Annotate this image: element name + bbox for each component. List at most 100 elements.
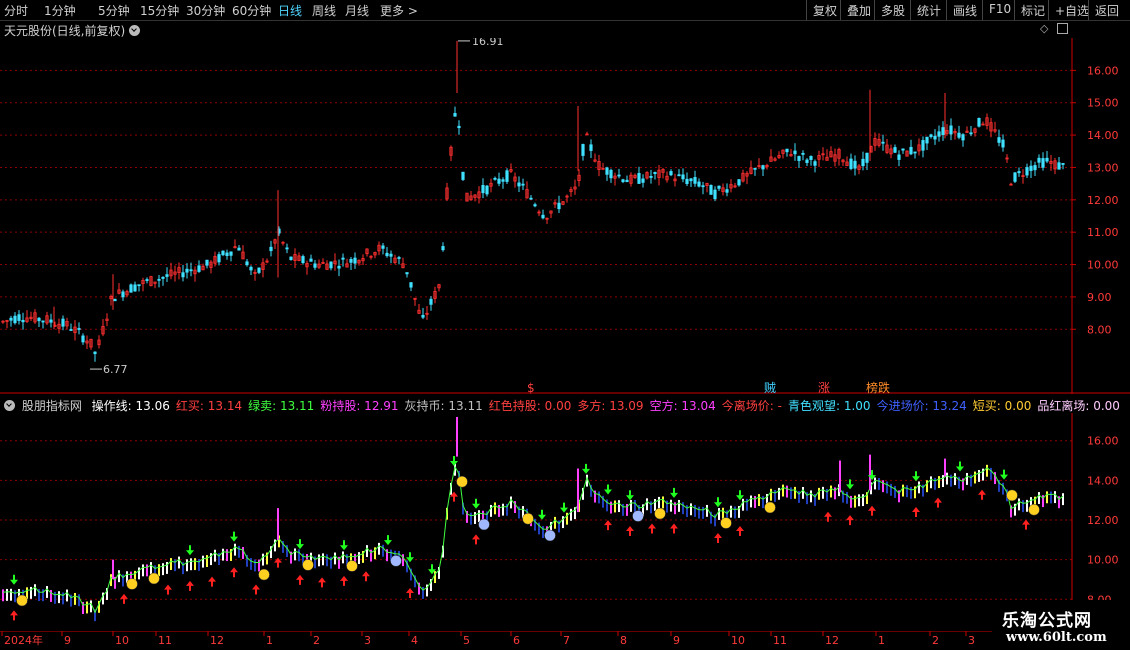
- date-label: 7: [563, 634, 570, 647]
- candle-body: [669, 171, 673, 176]
- indicator-menu-icon[interactable]: [4, 400, 15, 411]
- candle-body: [605, 167, 609, 175]
- candle-body: [133, 284, 137, 292]
- period-tab-60min[interactable]: 60分钟: [232, 2, 271, 19]
- candle-body: [805, 159, 809, 163]
- candle-body: [69, 329, 73, 331]
- candle-body: [289, 256, 293, 260]
- sell-arrow-icon: [582, 463, 590, 474]
- period-tab-timeshare[interactable]: 分时: [4, 2, 28, 19]
- statistics-button[interactable]: 统计: [910, 0, 947, 20]
- period-tab-30min[interactable]: 30分钟: [186, 2, 225, 19]
- period-tab-monthly[interactable]: 月线: [345, 2, 369, 19]
- candle-body: [165, 274, 169, 277]
- candle-body: [809, 156, 813, 160]
- period-tab-1min[interactable]: 1分钟: [44, 2, 76, 19]
- candle-body: [909, 146, 913, 155]
- candlestick-chart[interactable]: 16.00 15.00 14.00 13.00 12.00 11.00 10.00 9.00 8…: [0, 38, 1130, 394]
- diamond-icon[interactable]: ◇: [1040, 22, 1048, 35]
- candle-body: [881, 141, 885, 144]
- main-chart-title: 天元股份(日线,前复权): [4, 22, 141, 39]
- indicator-tick-label: 14.00: [1087, 474, 1119, 487]
- signal-marker: $: [527, 381, 535, 394]
- window-toggle-icon[interactable]: [1057, 23, 1068, 34]
- period-tab-daily[interactable]: 日线: [278, 2, 302, 19]
- smile-face-icon: [258, 568, 270, 581]
- candle-body: [637, 172, 641, 184]
- candle-body: [113, 298, 117, 302]
- candle-body: [977, 118, 981, 127]
- date-label: 5: [463, 634, 470, 647]
- candle-body: [621, 179, 625, 183]
- back-button[interactable]: 返回: [1088, 0, 1125, 20]
- indicator-value-4: 灰持币: 13.11: [404, 399, 483, 413]
- candle-body: [485, 185, 489, 195]
- f10-button[interactable]: F10: [982, 0, 1017, 20]
- period-tab-15min[interactable]: 15分钟: [140, 2, 179, 19]
- buy-arrow-icon: [846, 515, 854, 526]
- date-label: 3: [968, 634, 975, 647]
- smile-face-icon: [148, 572, 160, 585]
- candle-body: [737, 179, 741, 186]
- candle-body: [221, 250, 225, 256]
- overlay-button[interactable]: 叠加: [840, 0, 877, 20]
- candle-body: [505, 170, 509, 182]
- candle-body: [385, 252, 389, 257]
- sell-arrow-icon: [956, 461, 964, 472]
- smile-face-icon: [126, 578, 138, 590]
- sell-arrow-icon: [10, 574, 18, 585]
- candle-body: [925, 136, 929, 144]
- period-tab-more[interactable]: 更多 >: [380, 2, 418, 19]
- candle-body: [249, 266, 253, 271]
- multi-stock-button[interactable]: 多股: [874, 0, 911, 20]
- candle-body: [237, 247, 241, 251]
- date-label: 9: [64, 634, 71, 647]
- candle-body: [521, 183, 525, 186]
- candle-body: [93, 351, 97, 355]
- indicator-value-9: 青色观望: 1.00: [787, 399, 871, 413]
- candle-body: [1017, 171, 1021, 174]
- indicator-legend: 股朋指标网 操作线: 13.06 红买: 13.14 绿卖: 13.11 粉持股: 1…: [4, 397, 1130, 413]
- candle-body: [677, 174, 681, 177]
- smile-face-icon: [302, 559, 314, 571]
- smile-face-icon: [1028, 503, 1040, 516]
- sell-arrow-icon: [384, 535, 392, 546]
- buy-arrow-icon: [472, 534, 480, 545]
- indicator-chart[interactable]: 16.0014.0012.0010.008.00: [0, 413, 1130, 631]
- candle-body: [453, 113, 457, 117]
- indicator-value-7: 空方: 13.04: [649, 399, 716, 413]
- chevron-down-icon[interactable]: [129, 25, 141, 36]
- candle-body: [397, 257, 401, 259]
- period-toolbar: 分时 1分钟 5分钟 15分钟 30分钟 60分钟 日线 周线 月线 更多 > …: [0, 0, 1130, 21]
- period-tab-weekly[interactable]: 周线: [312, 2, 336, 19]
- date-label: 1: [878, 634, 885, 647]
- candle-body: [681, 174, 685, 180]
- sell-arrow-icon: [186, 545, 194, 556]
- candle-body: [713, 189, 717, 200]
- candle-body: [353, 257, 357, 264]
- date-label: 12: [825, 634, 839, 647]
- candle-body: [581, 144, 585, 156]
- indicator-value-3: 粉持股: 12.91: [320, 399, 399, 413]
- candle-body: [961, 134, 965, 141]
- indicator-value-12: 品红离场: 0.00: [1037, 399, 1120, 413]
- mark-button[interactable]: 标记: [1014, 0, 1051, 20]
- candle-body: [649, 176, 653, 178]
- candle-body: [185, 268, 189, 273]
- candle-body: [901, 148, 905, 151]
- period-tab-5min[interactable]: 5分钟: [98, 2, 130, 19]
- smile-face-icon: [346, 560, 358, 572]
- candle-body: [341, 257, 345, 260]
- candle-body: [865, 152, 869, 163]
- draw-line-button[interactable]: 画线: [946, 0, 983, 20]
- smile-face-icon: [522, 512, 534, 525]
- fuquan-button[interactable]: 复权: [806, 0, 843, 20]
- candle-body: [1057, 162, 1061, 170]
- date-axis: 2024年 9 10 11 12 1 2 3 4 5 6 7 8 9 10 11 12 1 2 3: [0, 631, 1130, 647]
- candle-body: [225, 252, 229, 256]
- candle-body: [137, 284, 141, 287]
- date-label: 10: [731, 634, 745, 647]
- sell-arrow-icon: [340, 540, 348, 551]
- candle-body: [309, 258, 313, 262]
- candle-body: [529, 197, 533, 200]
